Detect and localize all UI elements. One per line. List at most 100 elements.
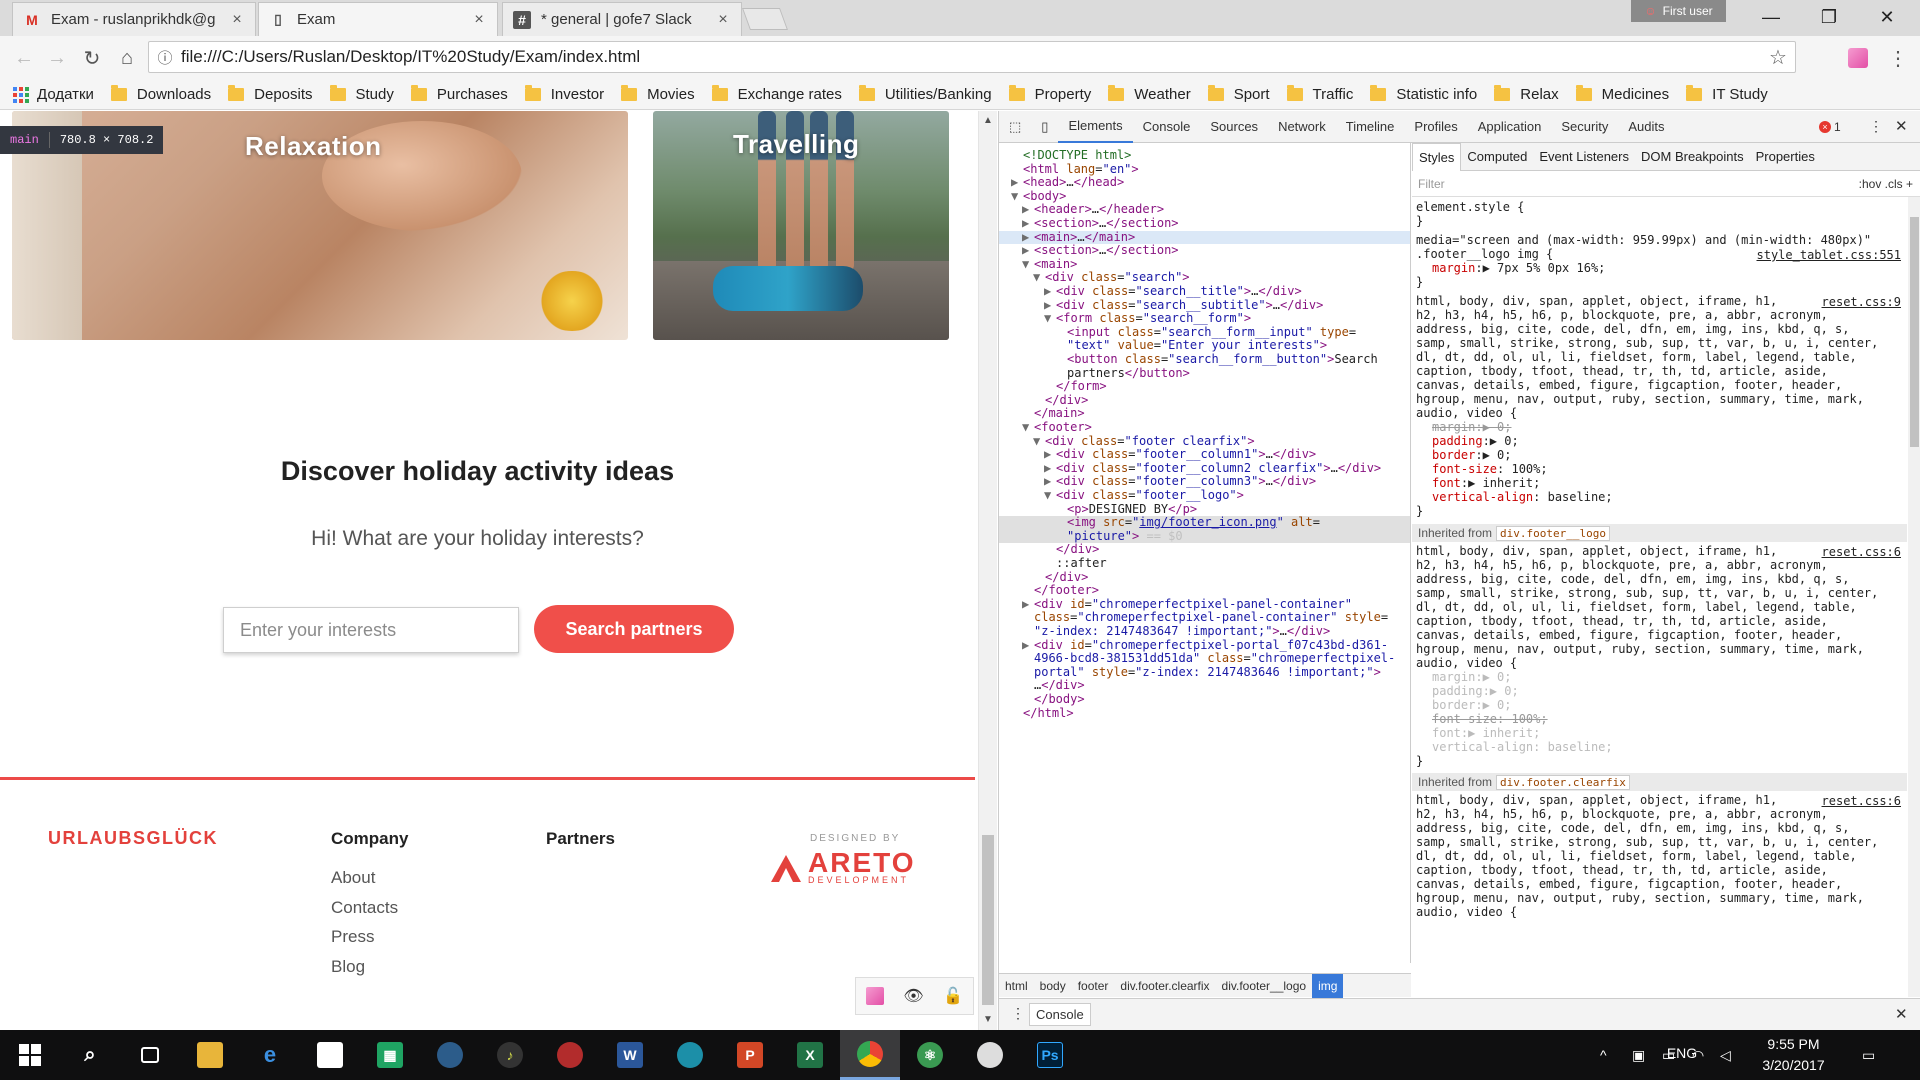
dom-node-line[interactable]: ▶ <header>…</header> bbox=[1022, 203, 1164, 217]
expand-toggle-icon[interactable]: ▶ bbox=[1044, 284, 1056, 299]
expand-toggle-icon[interactable]: ▼ bbox=[1044, 488, 1056, 503]
crumb-footer-clearfix[interactable]: div.footer.clearfix bbox=[1114, 974, 1215, 998]
dom-node-line[interactable]: </html> bbox=[1011, 706, 1074, 721]
footer-brand-logo[interactable]: URLAUBSGLÜCK bbox=[48, 828, 218, 849]
maximize-button[interactable]: ❐ bbox=[1800, 0, 1858, 34]
bookmark-movies[interactable]: Movies bbox=[621, 85, 695, 103]
crumb-body[interactable]: body bbox=[1034, 974, 1072, 998]
dom-node-line[interactable]: partners</button> bbox=[1055, 366, 1190, 381]
notifications-icon[interactable]: ▭ bbox=[1862, 1030, 1875, 1080]
tab-console[interactable]: Console bbox=[1133, 111, 1201, 143]
dom-node-line[interactable]: ▶ <div class="search__title">…</div> bbox=[1044, 284, 1302, 299]
expand-toggle-icon[interactable]: ▼ bbox=[1033, 271, 1045, 285]
bookmark-statistic-info[interactable]: Statistic info bbox=[1370, 85, 1477, 103]
bookmark-star-icon[interactable]: ☆ bbox=[1761, 45, 1795, 70]
expand-toggle-icon[interactable]: ▶ bbox=[1011, 176, 1023, 190]
expand-toggle-icon[interactable]: ▶ bbox=[1022, 230, 1034, 245]
expand-toggle-icon[interactable]: ▶ bbox=[1022, 216, 1034, 231]
inherited-ref[interactable]: div.footer__logo bbox=[1496, 525, 1611, 541]
perfectpixel-panel[interactable]: 👁 🔓 bbox=[855, 977, 974, 1015]
crumb-footer-logo[interactable]: div.footer__logo bbox=[1216, 974, 1313, 998]
areto-logo[interactable]: ARETO DEVELOPMENT bbox=[770, 849, 916, 885]
dom-node-line[interactable]: <img src="img/footer_icon.png" alt= bbox=[999, 515, 1410, 530]
expand-toggle-icon[interactable]: ▶ bbox=[1022, 244, 1034, 258]
taskbar-app-blue[interactable] bbox=[420, 1030, 480, 1080]
inspect-element-icon[interactable]: ⬚ bbox=[999, 111, 1031, 143]
reload-button[interactable]: ↻ bbox=[78, 44, 106, 72]
dom-node-line[interactable]: ▼ <footer> bbox=[1022, 420, 1092, 435]
expand-toggle-icon[interactable]: ▼ bbox=[1022, 420, 1034, 435]
travelling-card[interactable]: Travelling bbox=[653, 111, 949, 340]
device-toolbar-icon[interactable]: ▯ bbox=[1031, 111, 1058, 143]
bookmark-purchases[interactable]: Purchases bbox=[410, 85, 508, 103]
taskbar-explorer[interactable] bbox=[180, 1030, 240, 1080]
style-prop[interactable]: font:▶ inherit; bbox=[1432, 726, 1540, 741]
dom-node-line[interactable]: class="chromeperfectpixel-panel-containe… bbox=[1022, 611, 1388, 625]
dom-node-line[interactable]: …</div> bbox=[1022, 679, 1085, 693]
dom-node-line[interactable]: ▶ <div class="footer__column1">…</div> bbox=[1044, 447, 1316, 462]
search-button[interactable]: ⌕ bbox=[60, 1030, 120, 1080]
dom-node-line[interactable]: <html lang="en"> bbox=[1011, 162, 1139, 177]
crumb-html[interactable]: html bbox=[999, 974, 1034, 998]
style-prop[interactable]: vertical-align: baseline; bbox=[1432, 740, 1613, 755]
bookmark-weather[interactable]: Weather bbox=[1108, 85, 1191, 103]
scrollbar-thumb[interactable] bbox=[982, 835, 994, 1005]
error-counter[interactable]: × 1 bbox=[1819, 120, 1841, 134]
footer-link-about[interactable]: About bbox=[331, 868, 375, 888]
dom-node-line[interactable]: <button class="search__form__button">Sea… bbox=[1055, 352, 1378, 367]
expand-toggle-icon[interactable]: ▶ bbox=[1044, 448, 1056, 462]
style-source-link[interactable]: reset.css:9 bbox=[1822, 295, 1901, 309]
dom-tree[interactable]: <!DOCTYPE html> <html lang="en"> ▶ <head>…<… bbox=[999, 143, 1411, 963]
tab-slack[interactable]: # * general | gofe7 Slack × bbox=[502, 2, 742, 36]
bookmark-exchange-rates[interactable]: Exchange rates bbox=[711, 85, 842, 103]
language-indicator[interactable]: ENG bbox=[1652, 1043, 1712, 1064]
taskbar-paint[interactable] bbox=[960, 1030, 1020, 1080]
style-prop[interactable]: border:▶ 0; bbox=[1432, 448, 1511, 463]
expand-toggle-icon[interactable]: ▶ bbox=[1044, 298, 1056, 313]
style-prop[interactable]: margin:▶ 7px 5% 0px 16%; bbox=[1432, 261, 1605, 276]
style-prop[interactable]: font-size: 100%; bbox=[1432, 712, 1548, 727]
dom-node-line[interactable]: ▶ <div class="footer__column3">…</div> bbox=[1044, 475, 1316, 489]
style-prop[interactable]: border:▶ 0; bbox=[1432, 698, 1511, 713]
expand-toggle-icon[interactable]: ▼ bbox=[1033, 434, 1045, 449]
dom-node-line[interactable]: ▶ <div id="chromeperfectpixel-panel-conta… bbox=[1022, 597, 1352, 612]
dom-node-line[interactable]: <!DOCTYPE html> bbox=[1011, 148, 1131, 163]
dom-node-line[interactable]: ▶ <div class="search__subtitle">…</div> bbox=[1044, 298, 1323, 313]
dom-node-line[interactable]: </div> bbox=[1033, 570, 1088, 585]
dom-node-line[interactable]: <p>DESIGNED BY</p> bbox=[1055, 502, 1197, 517]
bookmark-study[interactable]: Study bbox=[329, 85, 394, 103]
style-prop[interactable]: padding:▶ 0; bbox=[1432, 434, 1519, 449]
bookmark-utilities[interactable]: Utilities/Banking bbox=[858, 85, 992, 103]
style-prop[interactable]: vertical-align: baseline; bbox=[1432, 490, 1613, 505]
scroll-down-icon[interactable]: ▼ bbox=[983, 1014, 993, 1025]
volume-icon[interactable]: ◁ bbox=[1720, 1030, 1731, 1080]
dom-node-line[interactable]: ▶ <head>…</head> bbox=[1011, 175, 1124, 190]
filter-input[interactable]: Filter bbox=[1418, 177, 1445, 191]
dom-node-line[interactable]: ▶ <div class="footer__column2 clearfix">…… bbox=[1044, 461, 1381, 476]
tray-app-icon[interactable]: ▣ bbox=[1632, 1030, 1645, 1080]
devtools-close-icon[interactable]: ✕ bbox=[1895, 117, 1908, 135]
dom-node-line[interactable]: 4966-bcd8-381531dd51da" class="chromeper… bbox=[1022, 651, 1395, 666]
style-prop[interactable]: font-size: 100%; bbox=[1432, 462, 1548, 477]
tab-dom-breakpoints[interactable]: DOM Breakpoints bbox=[1635, 143, 1750, 171]
console-drawer-tab[interactable]: Console bbox=[1029, 1003, 1091, 1026]
close-tab-icon[interactable]: × bbox=[229, 11, 245, 29]
dom-node-line[interactable]: ▼ <div class="search"> bbox=[1033, 271, 1190, 285]
bookmark-apps[interactable]: Додатки bbox=[13, 86, 94, 103]
expand-toggle-icon[interactable]: ▶ bbox=[1044, 461, 1056, 476]
crumb-img[interactable]: img bbox=[1312, 973, 1344, 998]
footer-link-contacts[interactable]: Contacts bbox=[331, 898, 398, 918]
taskbar-store[interactable] bbox=[300, 1030, 360, 1080]
footer-link-press[interactable]: Press bbox=[331, 927, 374, 947]
close-tab-icon[interactable]: × bbox=[715, 11, 731, 29]
taskbar-app-red[interactable] bbox=[540, 1030, 600, 1080]
bookmark-medicines[interactable]: Medicines bbox=[1575, 85, 1669, 103]
tab-network[interactable]: Network bbox=[1268, 111, 1336, 143]
dom-node-line[interactable]: </form> bbox=[1044, 379, 1107, 394]
back-button[interactable]: ← bbox=[10, 44, 38, 72]
bookmark-property[interactable]: Property bbox=[1008, 85, 1091, 103]
tab-timeline[interactable]: Timeline bbox=[1336, 111, 1405, 143]
dom-node-line[interactable]: </div> bbox=[1044, 543, 1099, 557]
address-bar[interactable]: ⓘ file:///C:/Users/Ruslan/Desktop/IT%20S… bbox=[148, 41, 1796, 73]
style-prop[interactable]: margin:▶ 0; bbox=[1432, 420, 1511, 435]
